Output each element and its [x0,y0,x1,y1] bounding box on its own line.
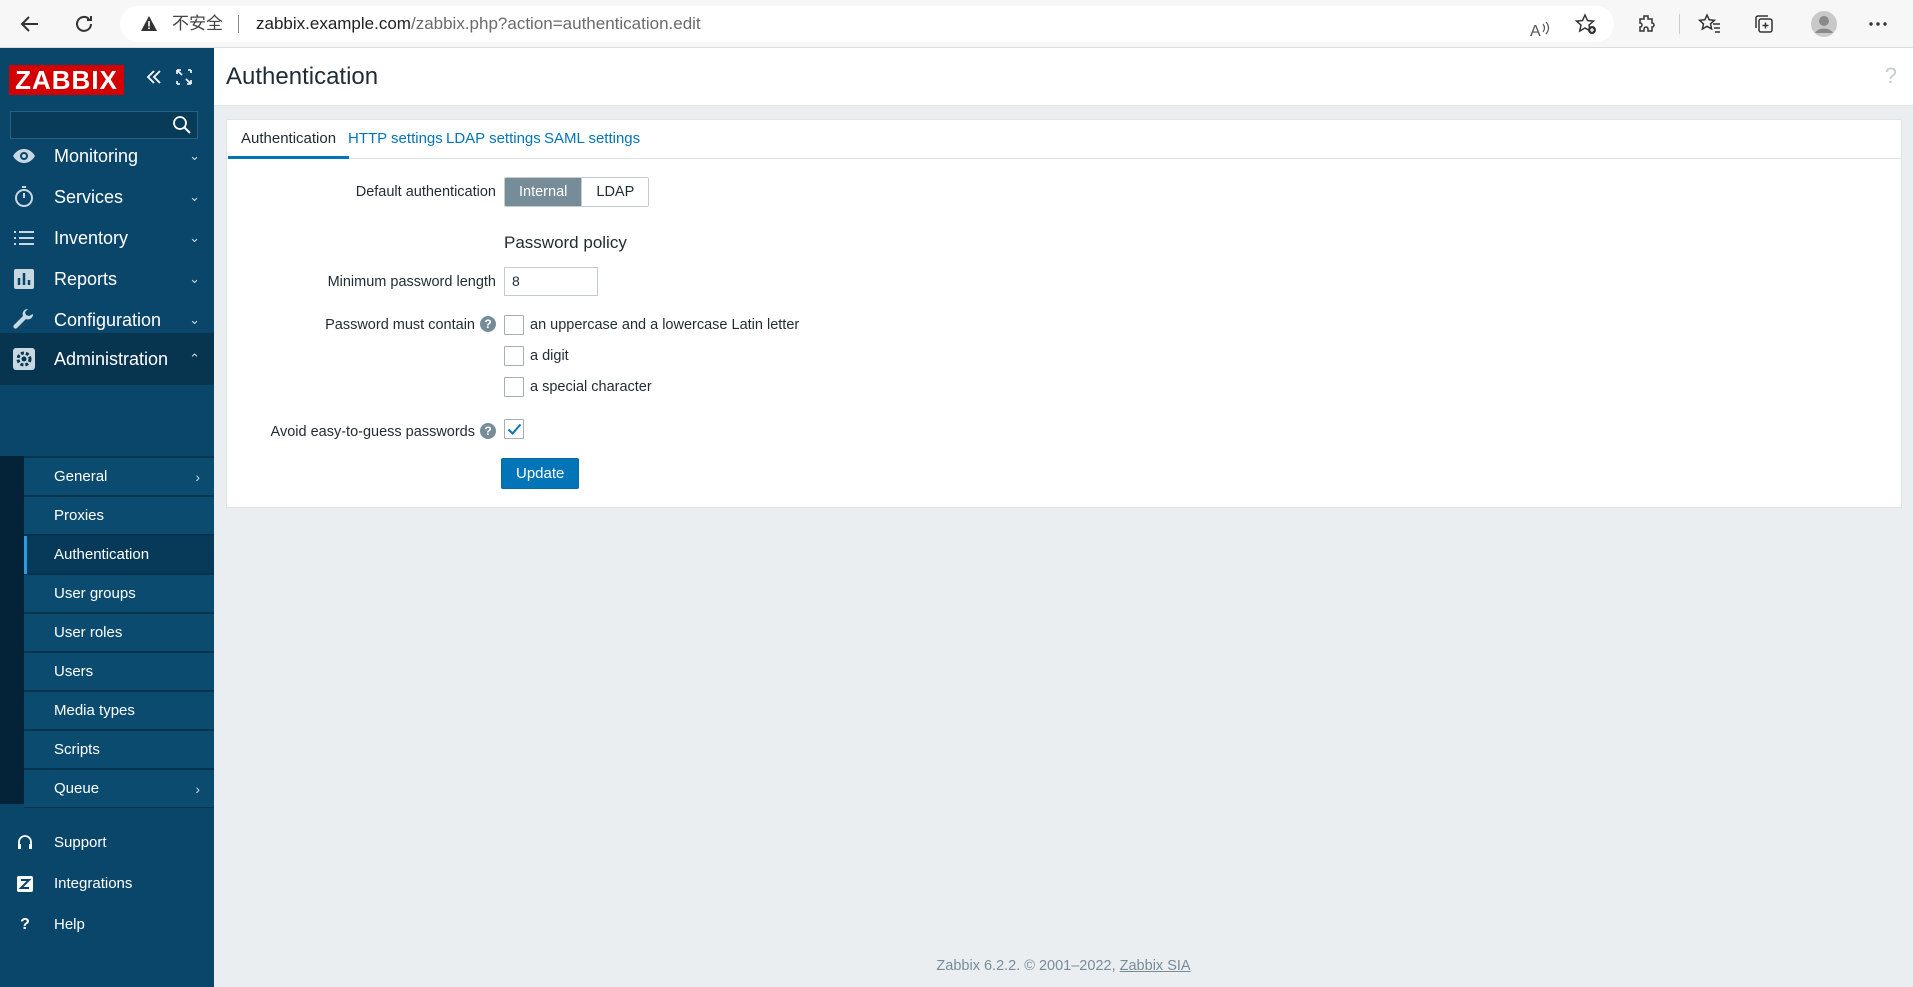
chevron-right-icon: › [195,469,200,485]
administration-submenu: General › Proxies Authentication User gr… [0,456,214,808]
submenu-item-label: Media types [54,702,135,719]
active-indicator [24,536,27,574]
url-path: /zabbix.php?action=authentication.edit [410,14,701,33]
default-auth-toggle: Internal LDAP [504,177,650,207]
collapse-sidebar-icon[interactable] [143,66,165,93]
profile-avatar-icon[interactable] [1810,10,1838,38]
menu-administration-label: Administration [54,349,169,369]
option-internal[interactable]: Internal [505,178,582,206]
submenu-item-proxies[interactable]: Proxies [24,497,214,535]
submenu-item-user-groups[interactable]: User groups [24,575,214,613]
page-footer: Zabbix 6.2.2. © 2001–2022, Zabbix SIA [214,958,1913,974]
extensions-icon[interactable] [1636,12,1660,36]
stopwatch-icon [15,186,33,207]
submenu-item-label: User groups [54,585,136,602]
avoid-help-icon[interactable]: ? [480,423,496,439]
must-contain-help-icon[interactable]: ? [480,316,496,332]
default-auth-label: Default authentication [355,184,496,200]
authentication-form: Authentication HTTP settings LDAP settin… [226,119,1902,508]
chevron-up-icon: ⌃ [189,351,200,366]
svg-text:A: A [1530,23,1541,40]
bar-chart-icon [14,269,34,289]
list-icon [14,231,34,245]
submenu-item-users[interactable]: Users [24,653,214,691]
help-icon: ? [20,916,30,933]
submenu-rail [0,456,24,804]
integrations-icon [17,876,33,892]
must-contain-label-text: Password must contain [325,317,475,333]
submenu-item-scripts[interactable]: Scripts [24,731,214,769]
update-button[interactable]: Update [501,458,580,489]
address-separator [238,15,239,33]
sidebar: ZABBIX Monitoring ⌄ Services ⌄ Inventory… [0,48,214,987]
page-header: Authentication ? [214,48,1913,106]
submenu-item-authentication[interactable]: Authentication [24,536,214,574]
submenu-item-media-types[interactable]: Media types [24,692,214,730]
checkmark-icon [507,423,522,435]
option-ldap[interactable]: LDAP [581,178,649,206]
submenu-item-label: Scripts [54,741,100,758]
page-title: Authentication [226,63,379,90]
submenu-item-general[interactable]: General › [24,458,214,496]
back-icon[interactable] [18,12,42,36]
submenu-item-label: General [54,468,108,485]
headset-icon [18,835,32,849]
menu-administration[interactable]: Administration ⌃ [0,333,214,385]
submenu-item-label: User roles [54,624,123,641]
page-help-icon[interactable]: ? [1885,64,1897,88]
avoid-label-text: Avoid easy-to-guess passwords [270,424,475,440]
avoid-easy-passwords-checkbox[interactable] [504,419,524,439]
url-host: zabbix.example.com [256,14,411,33]
tab-saml-settings[interactable]: SAML settings [531,120,653,159]
submenu-item-label: Users [54,663,94,680]
address-bar[interactable]: 不安全 zabbix.example.com/zabbix.php?action… [120,6,1614,42]
footer-text: Zabbix 6.2.2. © 2001–2022, [936,958,1116,974]
chevron-right-icon: › [195,781,200,797]
kiosk-mode-icon[interactable] [174,66,194,93]
insecure-label[interactable]: 不安全 [172,6,223,42]
special-character-checkbox[interactable] [504,377,524,397]
tab-bar: Authentication HTTP settings LDAP settin… [227,120,1901,159]
wrench-icon [13,308,34,329]
tab-authentication[interactable]: Authentication [228,120,350,159]
footer-link-zabbix-sia[interactable]: Zabbix SIA [1120,958,1191,974]
min-length-label: Minimum password length [327,274,496,290]
submenu-item-label: Proxies [54,507,105,524]
password-policy-heading: Password policy [504,233,627,252]
favorites-icon[interactable] [1697,12,1722,36]
digit-checkbox[interactable] [504,346,524,366]
avoid-easy-passwords-label: Avoid easy-to-guess passwords? [271,423,496,440]
warning-icon [141,16,157,31]
zabbix-logo[interactable]: ZABBIX [9,65,124,95]
more-options-icon[interactable] [1866,12,1890,36]
help-label: Help [54,916,85,933]
must-contain-label: Password must contain? [325,316,496,333]
special-character-label: a special character [530,379,652,395]
min-password-length-input[interactable]: 8 [504,267,598,296]
uppercase-lowercase-label: an uppercase and a lowercase Latin lette… [530,317,800,333]
sidebar-help-link[interactable]: ? Help [0,900,214,950]
uppercase-lowercase-checkbox[interactable] [504,315,524,335]
browser-toolbar: 不安全 zabbix.example.com/zabbix.php?action… [0,0,1913,48]
submenu-item-label: Queue [54,780,100,797]
submenu-item-user-roles[interactable]: User roles [24,614,214,652]
collections-icon[interactable] [1752,12,1776,36]
favorite-add-icon[interactable] [1574,12,1598,36]
toolbar-divider [1679,14,1680,34]
gear-icon [13,348,35,370]
digit-label: a digit [530,348,569,364]
submenu-item-label: Authentication [54,546,150,563]
eye-icon [13,149,35,163]
refresh-icon[interactable] [72,12,96,36]
read-aloud-icon[interactable]: A [1528,18,1552,42]
url-text[interactable]: zabbix.example.com/zabbix.php?action=aut… [256,6,701,42]
submenu-item-queue[interactable]: Queue › [24,770,214,808]
